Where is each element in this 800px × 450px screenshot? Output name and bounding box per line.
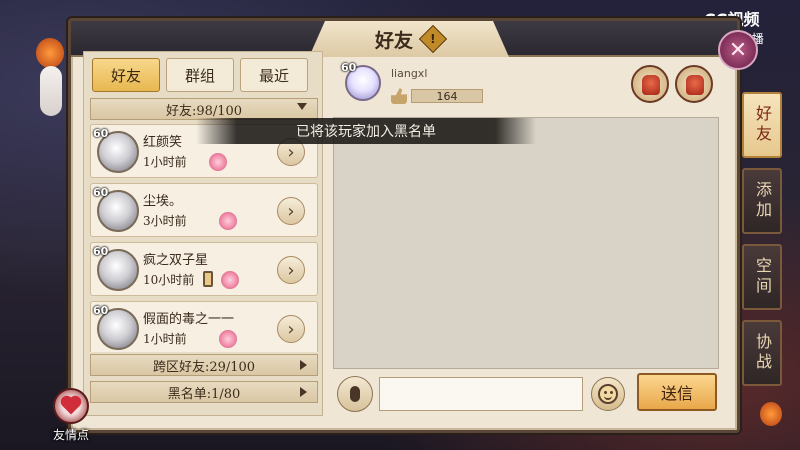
last-online: 10小时前 <box>143 273 195 287</box>
message-input[interactable] <box>379 377 583 411</box>
heart-icon <box>62 397 80 415</box>
friend-count-dropdown[interactable]: 好友:98/100 <box>90 98 318 120</box>
exclamation-icon[interactable]: ! <box>418 24 448 54</box>
friend-name: 红颜笑 <box>143 135 183 150</box>
friend-name: 疯之双子星 <box>143 253 209 268</box>
chevron-right-icon <box>300 360 307 370</box>
last-online: 3小时前 <box>143 214 187 228</box>
panel-title: 好友 <box>374 29 413 52</box>
friend-list: 60 红颜笑 1小时前 › 60 尘埃。 3小时前 › 60 疯之双子星 10小… <box>90 124 318 352</box>
friendship-points-button[interactable]: 友情点 <box>46 388 96 446</box>
last-online: 1小时前 <box>143 155 187 169</box>
emoji-button[interactable] <box>591 377 625 411</box>
friend-name: 假面的毒之一一 <box>143 312 235 327</box>
side-tab-friends[interactable]: 好友 <box>742 92 782 158</box>
chevron-right-icon <box>300 387 307 397</box>
blacklist-bar[interactable]: 黑名单:1/80 <box>90 381 318 403</box>
side-tab-space[interactable]: 空间 <box>742 244 782 310</box>
list-item[interactable]: 60 假面的毒之一一 1小时前 › <box>90 301 318 352</box>
chat-history[interactable] <box>333 117 719 369</box>
chevron-down-icon <box>297 103 307 110</box>
phone-icon <box>203 271 213 287</box>
cross-server-label: 跨区好友:29/100 <box>152 359 256 375</box>
view-friend-button[interactable]: › <box>277 256 305 284</box>
level-badge: 60 <box>341 61 357 74</box>
likes-count: 164 <box>411 89 483 103</box>
title-tab: 好友 ! <box>309 21 509 57</box>
friendship-points-label: 友情点 <box>52 428 89 442</box>
view-friend-button[interactable]: › <box>277 315 305 343</box>
daruma-icon <box>686 75 704 95</box>
selected-friend-header: 60 liangxl 164 <box>339 59 719 109</box>
smiley-icon <box>598 384 618 404</box>
sakura-icon <box>209 153 227 171</box>
shikigami-figure <box>40 66 62 116</box>
level-badge: 60 <box>93 304 109 317</box>
view-friend-button[interactable]: › <box>277 197 305 225</box>
friends-panel: 好友 ! 好友 群组 最近 好友:98/100 60 红颜笑 1小时前 › 60… <box>68 18 740 433</box>
gift-button[interactable] <box>631 65 669 103</box>
tab-groups[interactable]: 群组 <box>166 58 234 92</box>
lantern-decoration <box>36 38 64 68</box>
level-badge: 60 <box>93 186 109 199</box>
friend-name: 尘埃。 <box>143 194 183 209</box>
blacklist-toast: 已将该玩家加入黑名单 <box>196 118 536 144</box>
list-item[interactable]: 60 疯之双子星 10小时前 › <box>90 242 318 296</box>
blacklist-label: 黑名单:1/80 <box>167 386 241 402</box>
friend-sidebar: 好友 群组 最近 好友:98/100 60 红颜笑 1小时前 › 60 尘埃。 … <box>83 51 323 416</box>
level-badge: 60 <box>93 127 109 140</box>
tab-recent[interactable]: 最近 <box>240 58 308 92</box>
level-badge: 60 <box>93 245 109 258</box>
last-online: 1小时前 <box>143 332 187 346</box>
friendship-badge <box>53 388 89 424</box>
thumbs-up-icon <box>391 88 407 104</box>
friend-name: liangxl <box>391 67 428 80</box>
gift-bag-icon <box>642 75 660 95</box>
tab-friends[interactable]: 好友 <box>92 58 160 92</box>
side-tab-assist[interactable]: 协战 <box>742 320 782 386</box>
list-item[interactable]: 60 尘埃。 3小时前 › <box>90 183 318 237</box>
friend-count-label: 好友:98/100 <box>165 103 243 119</box>
send-button[interactable]: 送信 <box>637 373 717 411</box>
cross-server-friends-bar[interactable]: 跨区好友:29/100 <box>90 354 318 376</box>
microphone-icon <box>350 386 360 402</box>
side-menu: 好友 添加 空间 协战 <box>742 92 786 396</box>
friend-tabs: 好友 群组 最近 <box>92 58 308 92</box>
close-button[interactable]: ✕ <box>718 30 758 70</box>
sakura-icon <box>219 330 237 348</box>
lantern-decoration <box>760 402 782 426</box>
daruma-gift-button[interactable] <box>675 65 713 103</box>
side-tab-add[interactable]: 添加 <box>742 168 782 234</box>
voice-input-button[interactable] <box>337 376 373 412</box>
sakura-icon <box>219 212 237 230</box>
sakura-icon <box>221 271 239 289</box>
